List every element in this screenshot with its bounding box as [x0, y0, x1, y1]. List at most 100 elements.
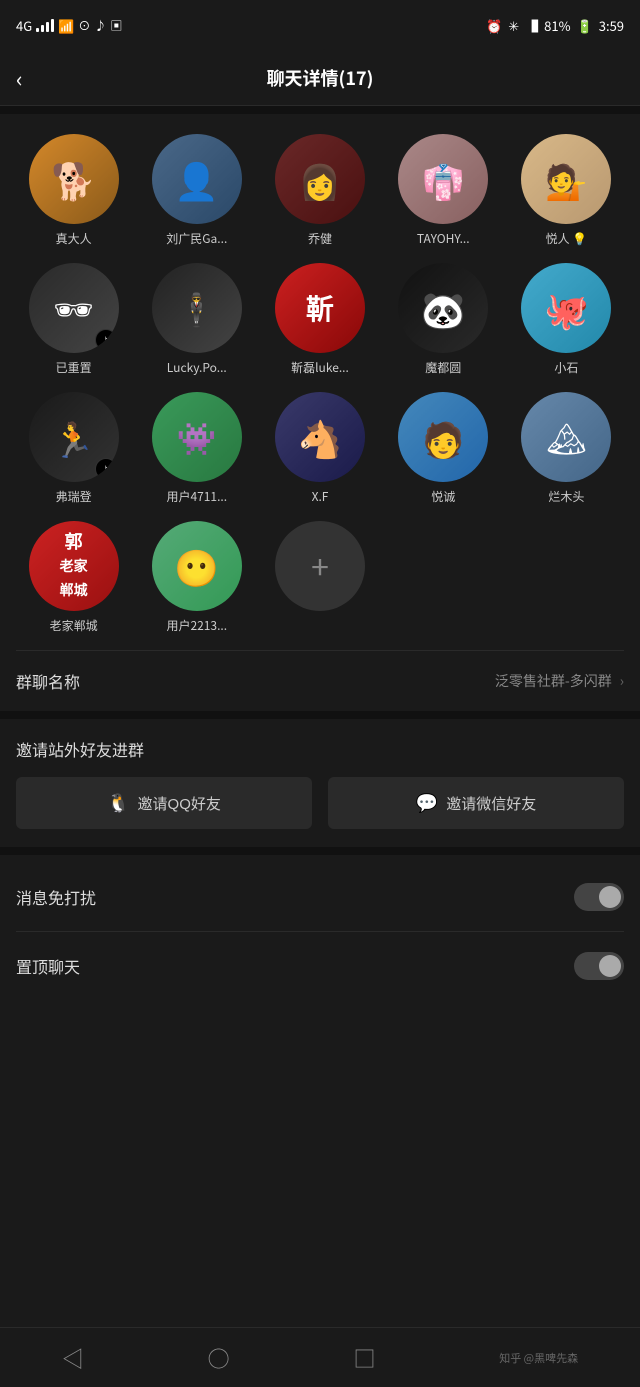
member-item-9[interactable]: 🐼 魔都圆 — [386, 263, 501, 376]
invite-buttons: 🐧 邀请QQ好友 💬 邀请微信好友 — [16, 777, 624, 829]
source-attribution: 知乎 @黑啤先森 — [499, 1350, 578, 1366]
signal-text: 4G — [16, 16, 32, 35]
member-item-1[interactable]: 🐕 真大人 — [16, 134, 131, 247]
add-member-button[interactable]: + — [275, 521, 365, 611]
recent-nav-icon[interactable]: □ — [353, 1342, 375, 1374]
member-name-5: 悦人 💡 — [546, 230, 588, 247]
bottom-nav: ◁ ○ □ 知乎 @黑啤先森 — [0, 1327, 640, 1387]
member-item-2[interactable]: 👤刘广民Ga... — [139, 134, 254, 247]
member-item-15[interactable]: 🏔 烂木头 — [509, 392, 624, 505]
member-avatar-10: 🐙 — [521, 263, 611, 353]
battery-percent: 81% — [544, 16, 570, 35]
add-member-item[interactable]: + — [262, 521, 377, 634]
member-avatar-9: 🐼 — [398, 263, 488, 353]
members-section: 🐕 真大人 👤刘广民Ga...👩乔健👘 TAYOHY... 💁 悦人 💡 🕶♪ 已重置 🕴Luc… — [0, 114, 640, 650]
member-name-6: 已重置 — [56, 359, 92, 376]
battery-icon: 🔋 — [577, 16, 593, 35]
member-avatar-17: 😶 — [152, 521, 242, 611]
member-avatar-14: 🧑 — [398, 392, 488, 482]
pin-label: 置顶聊天 — [16, 954, 80, 978]
members-grid: 🐕 真大人 👤刘广民Ga...👩乔健👘 TAYOHY... 💁 悦人 💡 🕶♪ 已重置 🕴Luc… — [16, 134, 624, 634]
invite-wechat-label: 邀请微信好友 — [446, 793, 536, 814]
tiktok-badge: ♪ — [95, 458, 117, 480]
group-name-row[interactable]: 群聊名称 泛零售社群-多闪群 › — [0, 651, 640, 711]
member-name-11: 弗瑞登 — [56, 488, 92, 505]
member-item-14[interactable]: 🧑 悦诚 — [386, 392, 501, 505]
member-item-11[interactable]: 🏃♪ 弗瑞登 — [16, 392, 131, 505]
tiktok-status-icon: ♪ — [94, 17, 106, 34]
invite-section: 邀请站外好友进群 🐧 邀请QQ好友 💬 邀请微信好友 — [0, 719, 640, 847]
member-item-8[interactable]: 靳靳磊luke... — [262, 263, 377, 376]
member-name-15: 烂木头 — [548, 488, 584, 505]
pin-toggle[interactable] — [574, 952, 624, 980]
group-name-label: 群聊名称 — [16, 669, 80, 693]
wifi-icon: 📶 — [58, 16, 74, 35]
back-button[interactable]: ‹ — [16, 62, 23, 94]
page-title: 聊天详情(17) — [267, 65, 374, 91]
member-item-10[interactable]: 🐙小石 — [509, 263, 624, 376]
member-avatar-16: 郭老家郸城 — [29, 521, 119, 611]
group-name-value: 泛零售社群-多闪群 — [495, 671, 612, 691]
status-bar: 4G 📶 ⊙ ♪ ▣ ⏰ ✳ ▐ 81% 🔋 3:59 — [0, 0, 640, 50]
member-item-3[interactable]: 👩乔健 — [262, 134, 377, 247]
status-left: 4G 📶 ⊙ ♪ ▣ — [16, 16, 122, 35]
pin-toggle-knob — [599, 955, 621, 977]
invite-title: 邀请站外好友进群 — [16, 737, 624, 761]
member-item-7[interactable]: 🕴Lucky.Po... — [139, 263, 254, 376]
member-name-8: 靳磊luke... — [291, 359, 349, 376]
divider-settings — [0, 711, 640, 719]
member-name-9: 魔都圆 — [425, 359, 461, 376]
member-name-17: 用户2213... — [166, 617, 227, 634]
member-avatar-4: 👘 — [398, 134, 488, 224]
mute-label: 消息免打扰 — [16, 885, 96, 909]
member-avatar-15: 🏔 — [521, 392, 611, 482]
signal-bars — [36, 18, 54, 32]
member-avatar-13: 🐴 — [275, 392, 365, 482]
member-item-16[interactable]: 郭老家郸城老家郸城 — [16, 521, 131, 634]
alarm-icon: ⏰ — [486, 16, 502, 35]
member-item-5[interactable]: 💁 悦人 💡 — [509, 134, 624, 247]
member-name-14: 悦诚 — [431, 488, 455, 505]
member-item-13[interactable]: 🐴 X.F — [262, 392, 377, 505]
screen-record-icon: ⊙ — [78, 17, 90, 34]
member-avatar-11: 🏃♪ — [29, 392, 119, 482]
toggle-section: 消息免打扰 置顶聊天 — [0, 863, 640, 1000]
divider-invite — [0, 847, 640, 855]
member-name-13: X.F — [312, 488, 329, 505]
member-name-4: TAYOHY... — [417, 230, 470, 247]
member-avatar-3: 👩 — [275, 134, 365, 224]
battery-signal-icon: ▐ — [525, 16, 538, 35]
wechat-icon: 💬 — [416, 793, 438, 814]
back-nav-icon[interactable]: ◁ — [62, 1342, 84, 1374]
member-avatar-7: 🕴 — [152, 263, 242, 353]
tiktok-badge: ♪ — [95, 329, 117, 351]
member-avatar-5: 💁 — [521, 134, 611, 224]
mute-toggle[interactable] — [574, 883, 624, 911]
bluetooth-icon: ✳ — [508, 16, 519, 35]
member-avatar-8: 靳 — [275, 263, 365, 353]
member-name-16: 老家郸城 — [50, 617, 98, 634]
qq-icon: 🐧 — [107, 793, 129, 814]
status-right: ⏰ ✳ ▐ 81% 🔋 3:59 — [486, 16, 624, 35]
member-name-1: 真大人 — [56, 230, 92, 247]
member-item-17[interactable]: 😶 用户2213... — [139, 521, 254, 634]
member-avatar-1: 🐕 — [29, 134, 119, 224]
member-name-12: 用户4711... — [166, 488, 227, 505]
bottom-spacer — [0, 1000, 640, 1070]
member-avatar-12: 👾 — [152, 392, 242, 482]
mute-toggle-knob — [599, 886, 621, 908]
source-text: 知乎 @黑啤先森 — [499, 1350, 578, 1366]
member-item-4[interactable]: 👘 TAYOHY... — [386, 134, 501, 247]
member-item-12[interactable]: 👾 用户4711... — [139, 392, 254, 505]
invite-qq-label: 邀请QQ好友 — [138, 793, 221, 814]
member-item-6[interactable]: 🕶♪ 已重置 — [16, 263, 131, 376]
header: ‹ 聊天详情(17) — [0, 50, 640, 106]
home-nav-icon[interactable]: ○ — [208, 1342, 230, 1374]
member-avatar-6: 🕶♪ — [29, 263, 119, 353]
member-name-2: 刘广民Ga... — [166, 230, 227, 247]
app-icon: ▣ — [110, 17, 122, 34]
invite-wechat-button[interactable]: 💬 邀请微信好友 — [328, 777, 624, 829]
pin-row: 置顶聊天 — [0, 932, 640, 1000]
invite-qq-button[interactable]: 🐧 邀请QQ好友 — [16, 777, 312, 829]
clock: 3:59 — [599, 16, 624, 35]
